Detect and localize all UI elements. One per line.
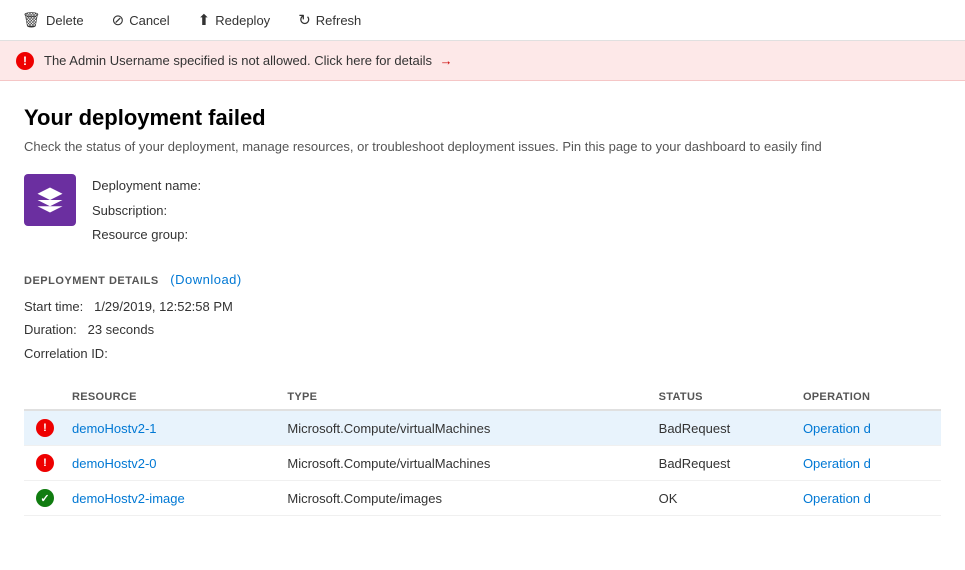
resource-link[interactable]: demoHostv2-image	[72, 491, 185, 506]
col-status-icon	[24, 385, 72, 410]
deployment-fields: Deployment name: Subscription: Resource …	[92, 174, 201, 248]
start-time-row: Start time: 1/29/2019, 12:52:58 PM	[24, 295, 941, 318]
resources-table: RESOURCE TYPE STATUS OPERATION ! demoHos…	[24, 385, 941, 516]
row-status: BadRequest	[659, 410, 803, 446]
col-status: STATUS	[659, 385, 803, 410]
alert-message: The Admin Username specified is not allo…	[44, 53, 453, 68]
row-status-icon-cell: !	[24, 446, 72, 481]
deployment-name-label: Deployment name:	[92, 178, 201, 193]
toolbar: 🗑 Delete ⊘ Cancel ⬆ Redeploy ↻ Refresh	[0, 0, 965, 41]
refresh-icon: ↻	[298, 11, 311, 29]
redeploy-label: Redeploy	[215, 13, 270, 28]
error-icon: !	[36, 419, 54, 437]
success-icon: ✓	[36, 489, 54, 507]
table-row: ✓ demoHostv2-image Microsoft.Compute/ima…	[24, 481, 941, 516]
row-status-icon-cell: ✓	[24, 481, 72, 516]
row-resource: demoHostv2-1	[72, 410, 287, 446]
alert-arrow: →	[440, 53, 453, 68]
page-subtitle: Check the status of your deployment, man…	[24, 139, 941, 154]
refresh-label: Refresh	[316, 13, 362, 28]
row-type: Microsoft.Compute/virtualMachines	[287, 446, 658, 481]
col-type: TYPE	[287, 385, 658, 410]
page-title: Your deployment failed	[24, 105, 941, 131]
deployment-subscription-row: Subscription:	[92, 199, 201, 224]
deployment-icon	[24, 174, 76, 226]
deployment-rg-label: Resource group:	[92, 227, 188, 242]
details-header: DEPLOYMENT DETAILS (Download)	[24, 272, 941, 287]
row-status: OK	[659, 481, 803, 516]
row-resource: demoHostv2-0	[72, 446, 287, 481]
delete-icon: 🗑	[22, 11, 41, 29]
delete-label: Delete	[46, 13, 84, 28]
alert-banner: ! The Admin Username specified is not al…	[0, 41, 965, 81]
col-resource: RESOURCE	[72, 385, 287, 410]
redeploy-icon: ⬆	[198, 11, 211, 29]
resource-link[interactable]: demoHostv2-1	[72, 421, 157, 436]
delete-button[interactable]: 🗑 Delete	[12, 7, 94, 33]
correlation-row: Correlation ID:	[24, 342, 941, 365]
cancel-label: Cancel	[129, 13, 169, 28]
row-resource: demoHostv2-image	[72, 481, 287, 516]
col-operation: OPERATION	[803, 385, 941, 410]
operation-link[interactable]: Operation d	[803, 491, 871, 506]
deployment-name-row: Deployment name:	[92, 174, 201, 199]
resource-link[interactable]: demoHostv2-0	[72, 456, 157, 471]
cancel-button[interactable]: ⊘ Cancel	[102, 7, 180, 33]
alert-icon: !	[16, 52, 34, 70]
operation-link[interactable]: Operation d	[803, 421, 871, 436]
table-row: ! demoHostv2-0 Microsoft.Compute/virtual…	[24, 446, 941, 481]
row-operation: Operation d	[803, 446, 941, 481]
main-content: Your deployment failed Check the status …	[0, 81, 965, 516]
row-type: Microsoft.Compute/virtualMachines	[287, 410, 658, 446]
table-row: ! demoHostv2-1 Microsoft.Compute/virtual…	[24, 410, 941, 446]
cancel-icon: ⊘	[112, 11, 125, 29]
operation-link[interactable]: Operation d	[803, 456, 871, 471]
download-link[interactable]: (Download)	[170, 272, 241, 287]
box-icon	[35, 185, 65, 215]
deployment-subscription-label: Subscription:	[92, 203, 167, 218]
row-status: BadRequest	[659, 446, 803, 481]
row-operation: Operation d	[803, 410, 941, 446]
deployment-info: Deployment name: Subscription: Resource …	[24, 174, 941, 248]
error-icon: !	[36, 454, 54, 472]
duration-row: Duration: 23 seconds	[24, 318, 941, 341]
deployment-details: DEPLOYMENT DETAILS (Download) Start time…	[24, 272, 941, 365]
table-header-row: RESOURCE TYPE STATUS OPERATION	[24, 385, 941, 410]
refresh-button[interactable]: ↻ Refresh	[288, 7, 371, 33]
redeploy-button[interactable]: ⬆ Redeploy	[188, 7, 281, 33]
resources-table-section: RESOURCE TYPE STATUS OPERATION ! demoHos…	[24, 385, 941, 516]
row-type: Microsoft.Compute/images	[287, 481, 658, 516]
row-operation: Operation d	[803, 481, 941, 516]
deployment-rg-row: Resource group:	[92, 223, 201, 248]
row-status-icon-cell: !	[24, 410, 72, 446]
